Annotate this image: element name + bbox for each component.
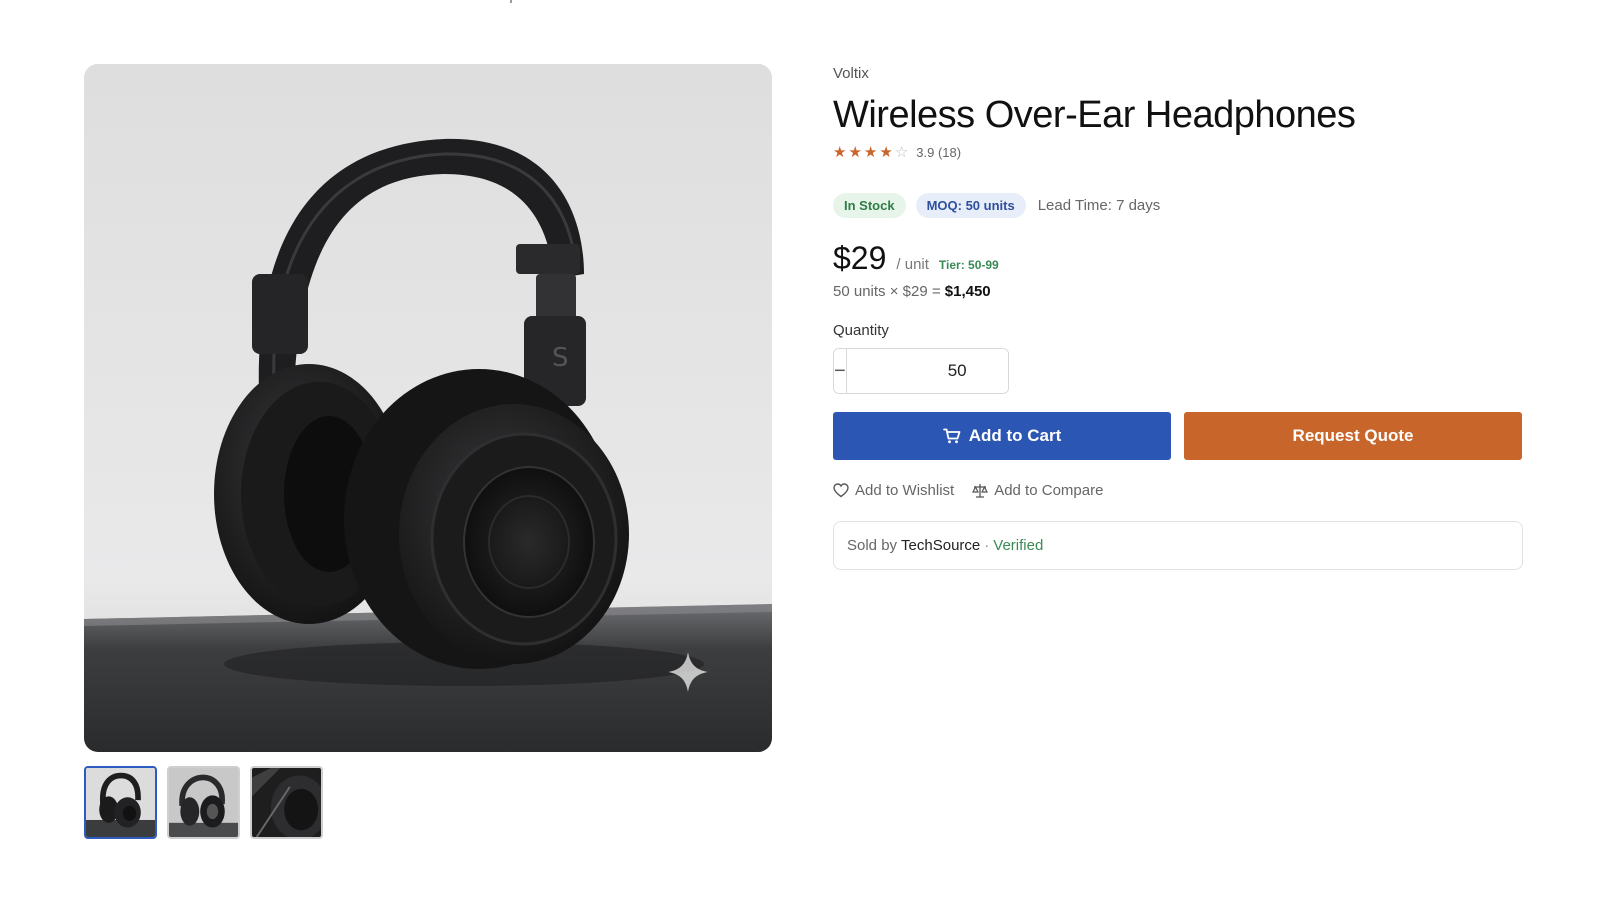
badge-row: In Stock MOQ: 50 units Lead Time: 7 days xyxy=(833,193,1523,218)
product-info-panel: Voltix Wireless Over-Ear Headphones ★ ★ … xyxy=(833,64,1523,570)
heart-icon xyxy=(833,483,849,498)
main-product-image[interactable]: S xyxy=(84,64,772,752)
unit-price: $29 xyxy=(833,240,887,276)
quantity-label: Quantity xyxy=(833,322,889,339)
star-icon: ★ xyxy=(848,143,862,161)
brand-name[interactable]: Voltix xyxy=(833,65,1523,82)
product-page: S Voltix Wireless Over-Ear Headphones ★ … xyxy=(0,0,1600,900)
request-quote-button[interactable]: Request Quote xyxy=(1184,412,1522,460)
price-row: $29 / unit Tier: 50-99 xyxy=(833,240,1523,277)
svg-text:S: S xyxy=(552,343,569,373)
calc-total: $1,450 xyxy=(944,283,991,300)
moq-badge: MOQ: 50 units xyxy=(915,193,1026,218)
thumbnail-1[interactable] xyxy=(84,766,157,839)
primary-actions: Add to Cart Request Quote xyxy=(833,412,1523,460)
star-icon: ★ xyxy=(833,143,847,161)
seller-separator: · xyxy=(984,537,990,554)
wishlist-label: Add to Wishlist xyxy=(855,482,955,499)
thumbnail-strip xyxy=(84,766,323,839)
thumbnail-2[interactable] xyxy=(167,766,240,839)
total-calculation: 50 units × $29 = $1,450 xyxy=(833,283,1523,300)
star-icon: ★ xyxy=(863,143,878,161)
sold-by-prefix: Sold by xyxy=(847,537,898,554)
add-to-wishlist-link[interactable]: Add to Wishlist xyxy=(833,482,954,499)
seller-card: Sold by TechSource · Verified xyxy=(833,521,1523,570)
price-tier: Tier: 50-99 xyxy=(938,258,999,272)
calc-prefix: 50 units × $29 = xyxy=(833,283,941,300)
thumbnail-3[interactable] xyxy=(250,766,323,839)
cart-icon xyxy=(942,428,961,444)
headphones-illustration: S xyxy=(84,64,772,752)
stock-badge: In Stock xyxy=(833,193,906,218)
quantity-input[interactable] xyxy=(846,349,1008,393)
compare-label: Add to Compare xyxy=(994,482,1104,499)
product-title: Wireless Over-Ear Headphones xyxy=(833,94,1356,136)
star-empty-icon: ☆ xyxy=(894,143,909,161)
top-divider-fragment xyxy=(510,0,512,3)
rating-row[interactable]: ★ ★ ★ ★ ☆ 3.9 (18) xyxy=(833,143,1523,161)
star-rating: ★ ★ ★ ★ ☆ xyxy=(833,145,908,160)
seller-name[interactable]: TechSource xyxy=(901,537,980,554)
secondary-actions: Add to Wishlist Add to Compare xyxy=(833,482,1523,499)
star-icon: ★ xyxy=(879,143,893,161)
per-unit-label: / unit xyxy=(896,256,929,273)
lead-time: Lead Time: 7 days xyxy=(1037,197,1161,214)
scale-icon xyxy=(972,484,989,498)
verified-badge: Verified xyxy=(993,537,1044,554)
add-to-compare-link[interactable]: Add to Compare xyxy=(972,482,1103,499)
decrease-quantity-button[interactable]: − xyxy=(834,349,847,393)
quantity-stepper: − + xyxy=(833,348,1009,394)
add-to-cart-label: Add to Cart xyxy=(968,426,1062,445)
add-to-cart-button[interactable]: Add to Cart xyxy=(833,412,1171,460)
rating-text: 3.9 (18) xyxy=(916,144,962,160)
